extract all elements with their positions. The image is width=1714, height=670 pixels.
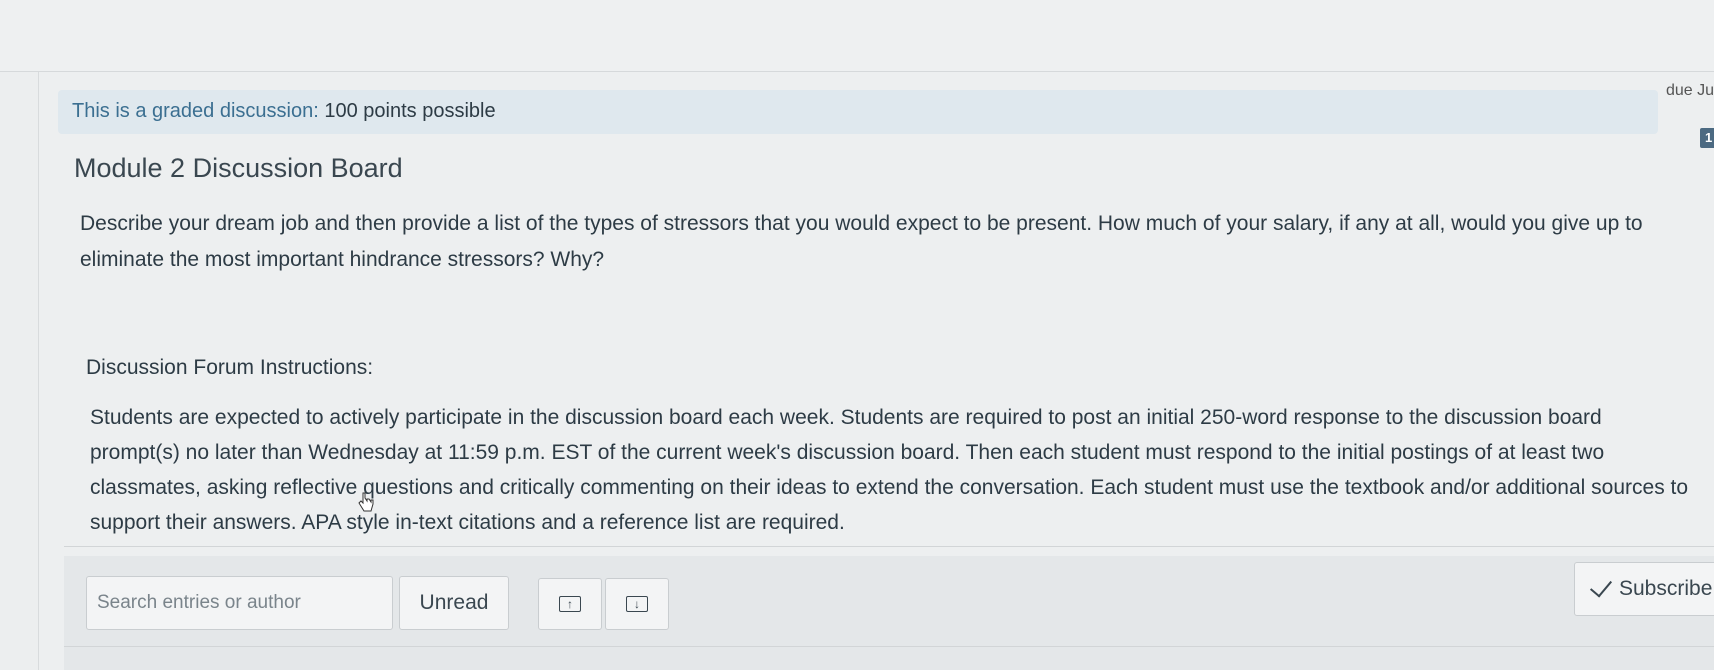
checkmark-icon: [1589, 574, 1613, 598]
graded-info: This is a graded discussion: 100 points …: [72, 100, 496, 123]
unread-button[interactable]: Unread: [399, 576, 509, 630]
hand-cursor-icon: [358, 492, 374, 512]
page-title: Module 2 Discussion Board: [74, 153, 403, 183]
expand-all-button[interactable]: ↑: [538, 578, 602, 630]
top-strip: [0, 0, 1714, 72]
arrow-down-box-icon: ↓: [626, 596, 648, 612]
due-date: due Ju: [1666, 82, 1714, 99]
bottom-divider: [64, 646, 1714, 647]
discussion-prompt: Describe your dream job and then provide…: [80, 212, 1643, 271]
graded-prefix: This is a graded discussion:: [72, 100, 325, 122]
discussion-page: This is a graded discussion: 100 points …: [0, 0, 1714, 670]
points-possible: 100 points possible: [324, 100, 496, 122]
instructions-heading: Discussion Forum Instructions:: [86, 356, 374, 379]
count-badge: 1: [1700, 128, 1714, 148]
instructions-body: Students are expected to actively partic…: [90, 406, 1689, 534]
search-input[interactable]: [86, 576, 393, 630]
toolbar-divider: [64, 546, 1714, 547]
subscribe-label: Subscribe: [1619, 577, 1713, 600]
arrow-up-box-icon: ↑: [559, 596, 581, 612]
collapse-all-button[interactable]: ↓: [605, 578, 669, 630]
subscribe-button[interactable]: Subscribe: [1574, 562, 1714, 616]
